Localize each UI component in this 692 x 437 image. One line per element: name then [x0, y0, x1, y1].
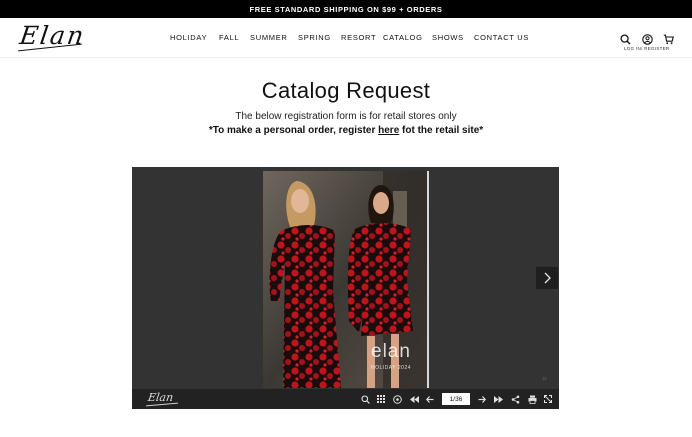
share-icon[interactable] — [510, 394, 520, 404]
nav-item-holiday[interactable]: HOLIDAY — [170, 33, 207, 42]
grid-icon[interactable] — [376, 394, 386, 404]
next-page-icon[interactable] — [477, 394, 487, 404]
catalog-cover-page[interactable]: elan HOLIDAY 2024 — [263, 171, 429, 388]
register-note-suffix: fot the retail site* — [399, 125, 484, 136]
next-page-arrow[interactable] — [536, 267, 558, 289]
collapse-icon[interactable]: » — [542, 373, 547, 383]
register-note-prefix: *To make a personal order, register — [208, 125, 379, 136]
header-icons — [619, 33, 677, 47]
promo-text: FREE STANDARD SHIPPING ON $99 + ORDERS — [249, 4, 443, 14]
zoom-icon[interactable] — [360, 394, 370, 404]
cart-icon[interactable] — [662, 33, 674, 45]
nav-item-summer[interactable]: SUMMER — [250, 33, 288, 42]
page-subtitle: The below registration form is for retai… — [235, 111, 457, 122]
nav-item-shows[interactable]: SHOWS — [432, 33, 464, 42]
toolbar-logo: Elan — [147, 391, 175, 404]
chevron-right-icon — [544, 272, 551, 284]
autoplay-icon[interactable] — [392, 394, 402, 404]
first-page-icon[interactable] — [409, 394, 419, 404]
page-number-input[interactable] — [442, 393, 470, 405]
nav-item-resort[interactable]: RESORT — [341, 33, 376, 42]
cover-season: HOLIDAY 2024 — [371, 365, 412, 371]
login-register-label[interactable]: LOG IN/ REGISTER — [624, 46, 670, 51]
viewer-toolbar: Elan — [132, 389, 559, 409]
site-header: Elan HOLIDAY FALL SUMMER SPRING RESORT C… — [0, 18, 692, 58]
cover-brand: elan — [371, 341, 411, 362]
prev-page-icon[interactable] — [425, 394, 435, 404]
account-icon[interactable] — [641, 33, 653, 45]
last-page-icon[interactable] — [493, 394, 503, 404]
promo-bar: FREE STANDARD SHIPPING ON $99 + ORDERS — [0, 0, 692, 18]
nav-item-fall[interactable]: FALL — [219, 33, 239, 42]
catalog-flipbook-viewer: elan HOLIDAY 2024 » Elan — [132, 167, 559, 409]
page-edge — [427, 171, 429, 388]
print-icon[interactable] — [527, 394, 537, 404]
search-icon[interactable] — [619, 33, 631, 45]
nav-item-spring[interactable]: SPRING — [298, 33, 331, 42]
register-note: *To make a personal order, register here… — [0, 125, 692, 136]
nav-item-contact-us[interactable]: CONTACT US — [474, 33, 529, 42]
page-title: Catalog Request — [261, 78, 431, 103]
register-here-link[interactable]: here — [378, 125, 399, 136]
nav-item-catalog[interactable]: CATALOG — [383, 33, 423, 42]
fullscreen-icon[interactable] — [543, 394, 553, 404]
logo[interactable]: Elan — [18, 21, 87, 53]
